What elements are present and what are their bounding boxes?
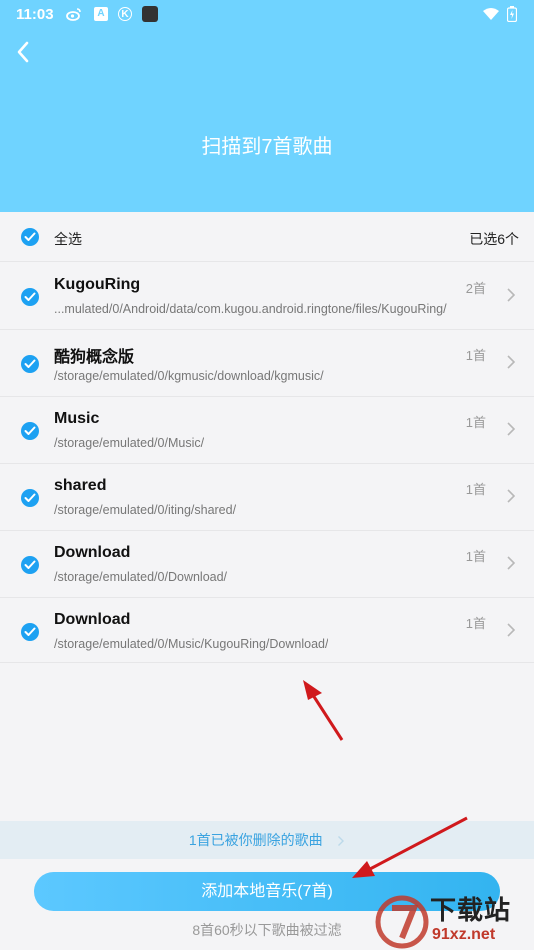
folder-path: /storage/emulated/0/Music/ — [54, 436, 205, 450]
check-icon — [24, 627, 36, 636]
folder-name: Download — [54, 611, 131, 628]
folder-checkbox[interactable] — [21, 422, 39, 440]
check-icon — [24, 232, 36, 241]
folder-path: /storage/emulated/0/kgmusic/download/kgm… — [54, 369, 324, 383]
folder-checkbox[interactable] — [21, 623, 39, 641]
check-icon — [24, 560, 36, 569]
chevron-right-icon — [507, 489, 516, 503]
chevron-right-icon — [338, 835, 345, 846]
folder-row[interactable]: 酷狗概念版 /storage/emulated/0/kgmusic/downlo… — [0, 330, 534, 397]
header: 11:03 A K 扫描到7首歌曲 — [0, 0, 534, 212]
app-a-icon: A — [94, 7, 108, 21]
chevron-right-icon — [507, 288, 516, 302]
folder-song-count: 1首 — [465, 415, 486, 430]
check-icon — [24, 493, 36, 502]
folder-row[interactable]: shared /storage/emulated/0/iting/shared/… — [0, 464, 534, 531]
folder-row[interactable]: Download /storage/emulated/0/Download/ 1… — [0, 531, 534, 598]
battery-icon — [506, 6, 518, 23]
chevron-right-icon — [507, 623, 516, 637]
folder-path: ...mulated/0/Android/data/com.kugou.andr… — [54, 302, 447, 316]
folder-checkbox[interactable] — [21, 355, 39, 373]
watermark-url: 91xz.net — [432, 926, 496, 943]
deleted-songs-link[interactable]: 1首已被你删除的歌曲 — [0, 821, 534, 859]
chevron-left-icon — [17, 41, 29, 63]
folder-path: /storage/emulated/0/Download/ — [54, 570, 228, 584]
wifi-icon — [482, 7, 500, 21]
page-title: 扫描到7首歌曲 — [201, 136, 333, 158]
folder-song-count: 1首 — [465, 348, 486, 363]
folder-song-count: 2首 — [465, 281, 486, 296]
folder-song-count: 1首 — [465, 549, 486, 564]
chevron-right-icon — [507, 422, 516, 436]
selected-count: 已选6个 — [469, 231, 519, 247]
watermark-text: 下载站 — [430, 895, 512, 925]
folder-path: /storage/emulated/0/iting/shared/ — [54, 503, 237, 517]
back-button[interactable] — [12, 38, 36, 66]
deleted-songs-label: 1首已被你删除的歌曲 — [188, 832, 323, 848]
folder-name: 酷狗概念版 — [54, 349, 135, 366]
chevron-right-icon — [507, 355, 516, 369]
chevron-right-icon — [507, 556, 516, 570]
folder-checkbox[interactable] — [21, 288, 39, 306]
folder-name: KugouRing — [54, 276, 141, 293]
folder-song-count: 1首 — [465, 482, 486, 497]
select-all-checkbox[interactable] — [21, 228, 39, 246]
status-time: 11:03 — [16, 6, 54, 23]
check-icon — [24, 426, 36, 435]
folder-song-count: 1首 — [465, 616, 486, 631]
folder-checkbox[interactable] — [21, 489, 39, 507]
status-bar: 11:03 A K — [0, 0, 534, 30]
weibo-icon — [66, 7, 81, 21]
folder-row[interactable]: KugouRing ...mulated/0/Android/data/com.… — [0, 263, 534, 330]
folder-name: Music — [54, 410, 100, 427]
check-icon — [24, 359, 36, 368]
folder-checkbox[interactable] — [21, 556, 39, 574]
kugou-icon: K — [118, 7, 132, 21]
app-square-icon — [142, 6, 158, 22]
arrow-list-head-icon — [303, 680, 322, 700]
arrow-list-icon — [309, 691, 344, 741]
folder-path: /storage/emulated/0/Music/KugouRing/Down… — [54, 637, 329, 651]
folder-name: Download — [54, 544, 131, 561]
select-all-row[interactable]: 全选 已选6个 — [0, 212, 534, 262]
folder-name: shared — [54, 477, 107, 494]
folder-row[interactable]: Music /storage/emulated/0/Music/ 1首 — [0, 397, 534, 464]
folder-row[interactable]: Download /storage/emulated/0/Music/Kugou… — [0, 598, 534, 663]
check-icon — [24, 292, 36, 301]
select-all-label: 全选 — [54, 231, 82, 247]
